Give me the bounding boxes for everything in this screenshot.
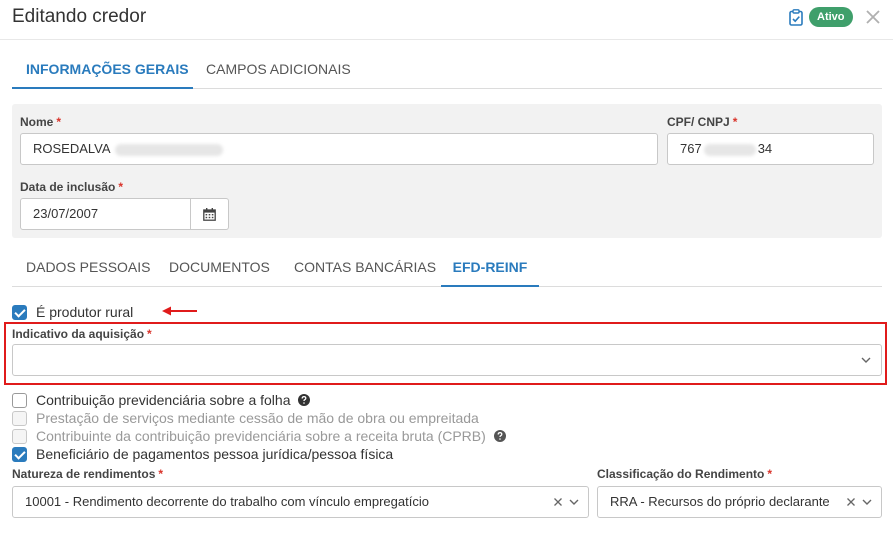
chevron-down-icon	[861, 357, 871, 363]
help-icon[interactable]	[493, 430, 506, 442]
clear-icon[interactable]	[846, 497, 856, 507]
chevron-down-icon	[569, 499, 579, 505]
beneficiario-label: Beneficiário de pagamentos pessoa jurídi…	[36, 446, 394, 462]
produtor-rural-row: É produtor rural	[12, 303, 133, 321]
dialog-header: Editando credor Ativo	[0, 0, 893, 40]
redacted-text	[703, 143, 756, 156]
cprb-checkbox	[12, 428, 27, 444]
redacted-text	[115, 143, 224, 156]
tab-documentos[interactable]: DOCUMENTOS	[169, 250, 270, 287]
main-tabs: INFORMAÇÕES GERAIS CAMPOS ADICIONAIS	[12, 52, 882, 89]
clear-icon[interactable]	[553, 497, 563, 507]
cessao-mao-obra-checkbox	[12, 410, 27, 426]
natureza-rendimentos-select[interactable]: 10001 - Rendimento decorrente do trabalh…	[12, 486, 589, 518]
close-icon[interactable]	[865, 9, 881, 25]
clipboard-check-icon[interactable]	[789, 9, 803, 26]
tab-efd-reinf[interactable]: EFD-REINF	[441, 250, 539, 287]
cpf-cnpj-input[interactable]: 767 34	[667, 133, 874, 165]
contribuicao-folha-label: Contribuição previdenciária sobre a folh…	[36, 392, 291, 408]
checkbox-row-beneficiario: Beneficiário de pagamentos pessoa jurídi…	[12, 445, 393, 463]
contribuicao-folha-checkbox[interactable]	[12, 392, 27, 408]
annotation-arrow-icon	[162, 306, 197, 316]
nome-label: Nome *	[20, 115, 62, 129]
chevron-down-icon	[862, 499, 872, 505]
produtor-rural-checkbox[interactable]	[12, 304, 27, 320]
calendar-button[interactable]	[191, 198, 229, 230]
nome-input[interactable]: ROSEDALVA	[20, 133, 658, 165]
sub-tabs: DADOS PESSOAIS DOCUMENTOS CONTAS BANCÁRI…	[12, 250, 882, 287]
dialog-title: Editando credor	[12, 6, 147, 27]
indicativo-aquisicao-select[interactable]	[12, 344, 882, 376]
beneficiario-checkbox[interactable]	[12, 446, 27, 462]
tab-campos-adicionais[interactable]: CAMPOS ADICIONAIS	[206, 52, 351, 89]
tab-contas-bancarias[interactable]: CONTAS BANCÁRIAS	[294, 250, 436, 287]
natureza-rendimentos-label: Natureza de rendimentos *	[12, 467, 164, 481]
status-badge: Ativo	[809, 7, 853, 27]
classificacao-rendimento-label: Classificação do Rendimento *	[597, 467, 773, 481]
cpf-cnpj-label: CPF/ CNPJ *	[667, 115, 738, 129]
cessao-mao-obra-label: Prestação de serviços mediante cessão de…	[36, 410, 479, 426]
cprb-label: Contribuinte da contribuição previdenciá…	[36, 428, 486, 444]
calendar-icon	[203, 208, 216, 221]
tab-informacoes-gerais[interactable]: INFORMAÇÕES GERAIS	[12, 52, 193, 89]
data-inclusao-input[interactable]: 23/07/2007	[20, 198, 191, 230]
checkbox-row-cessao-mao-obra: Prestação de serviços mediante cessão de…	[12, 409, 479, 427]
help-icon[interactable]	[298, 394, 311, 406]
tab-dados-pessoais[interactable]: DADOS PESSOAIS	[26, 250, 150, 287]
produtor-rural-label: É produtor rural	[36, 304, 134, 320]
checkbox-row-cprb: Contribuinte da contribuição previdenciá…	[12, 427, 506, 445]
classificacao-rendimento-select[interactable]: RRA - Recursos do próprio declarante	[597, 486, 882, 518]
general-info-panel: Nome * ROSEDALVA CPF/ CNPJ * 767 34 Data de…	[12, 104, 882, 238]
data-inclusao-label: Data de inclusão *	[20, 180, 124, 194]
checkbox-row-contribuicao-folha: Contribuição previdenciária sobre a folh…	[12, 391, 311, 409]
indicativo-aquisicao-label: Indicativo da aquisição *	[12, 327, 152, 341]
